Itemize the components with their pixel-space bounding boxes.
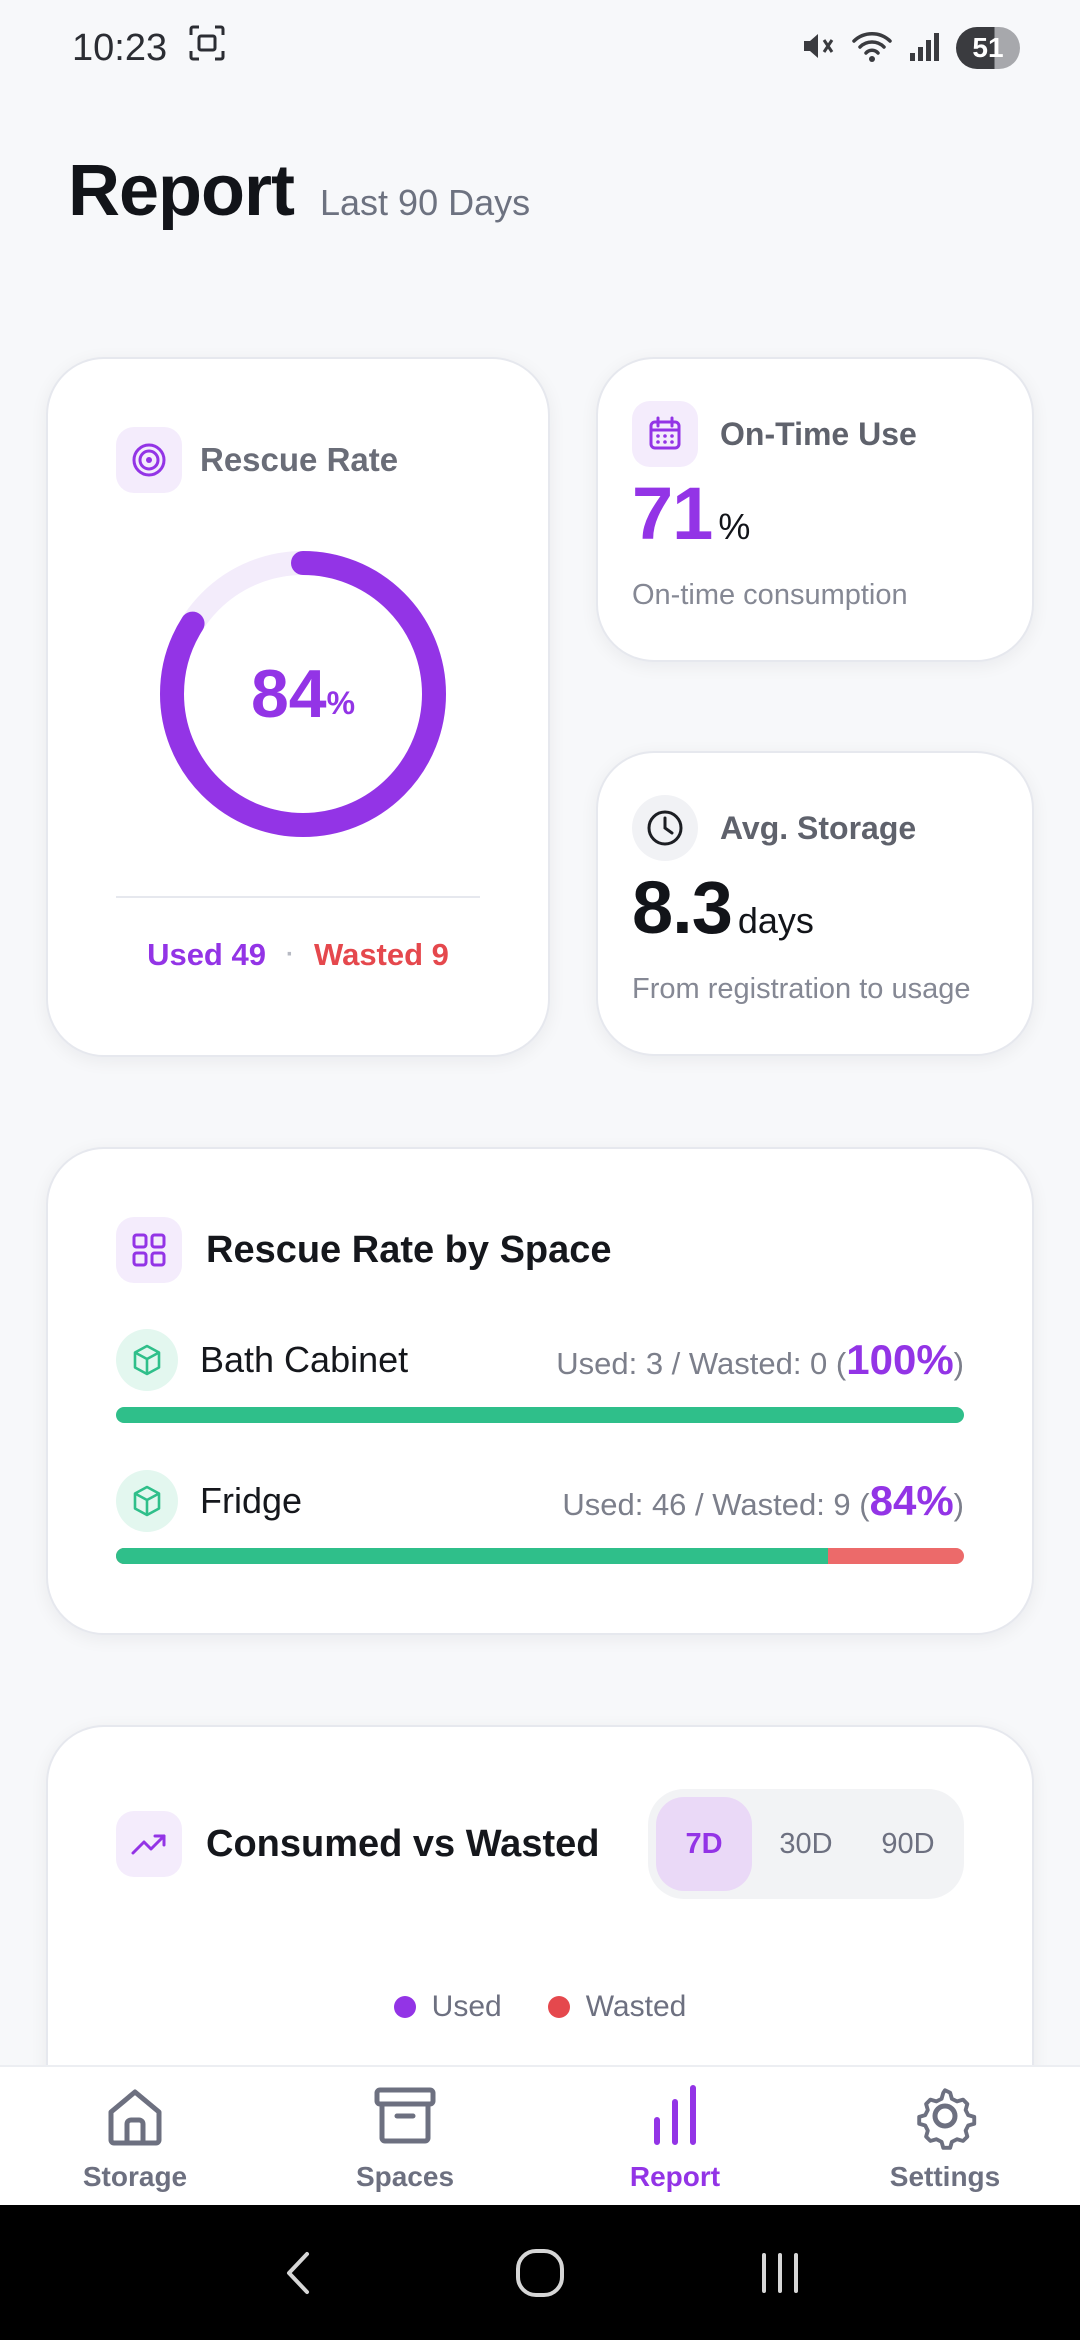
- legend-used-label: Used: [431, 1990, 502, 2023]
- legend-used-dot: [393, 1996, 416, 2018]
- rescue-rate-value-wrap: 84 %: [158, 549, 448, 839]
- legend-used: Used: [393, 1990, 502, 2024]
- chart-legend: Used Wasted: [48, 1990, 1032, 2024]
- nav-spaces[interactable]: Spaces: [270, 2067, 540, 2205]
- nav-report-label: Report: [629, 2160, 721, 2192]
- rescue-rate-value: 84: [250, 656, 327, 732]
- box-icon: [116, 1329, 178, 1391]
- wasted-count: Wasted 9: [313, 937, 449, 972]
- consumed-vs-wasted-header: Consumed vs Wasted 7D 30D 90D: [116, 1789, 964, 1899]
- avg-storage-caption: From registration to usage: [632, 973, 971, 1005]
- on-time-use-value: 71: [632, 472, 713, 555]
- space-progress-fill: [116, 1407, 964, 1423]
- status-left: 10:23: [72, 23, 227, 73]
- on-time-use-value-row: 71 %: [632, 471, 750, 556]
- range-7d-button[interactable]: 7D: [656, 1797, 752, 1891]
- nav-settings[interactable]: Settings: [810, 2067, 1080, 2205]
- avg-storage-title: Avg. Storage: [720, 809, 917, 846]
- space-stats: Used: 46 / Wasted: 9 ( 84% ): [562, 1477, 964, 1525]
- status-bar: 10:23 51: [0, 0, 1080, 96]
- trending-up-icon: [116, 1811, 182, 1877]
- used-count: Used 49: [147, 937, 266, 972]
- gear-icon: [909, 2080, 981, 2157]
- home-icon: [99, 2080, 171, 2157]
- space-row-fridge[interactable]: Fridge Used: 46 / Wasted: 9 ( 84% ): [116, 1470, 964, 1570]
- screenshot-icon: [187, 23, 227, 73]
- rescue-by-space-header: Rescue Rate by Space: [116, 1217, 612, 1283]
- nav-storage[interactable]: Storage: [0, 2067, 270, 2205]
- box-icon: [116, 1470, 178, 1532]
- clock-icon: [632, 795, 698, 861]
- battery-indicator: 51: [956, 27, 1020, 69]
- legend-wasted-label: Wasted: [585, 1990, 687, 2023]
- range-30d-button[interactable]: 30D: [758, 1797, 854, 1891]
- consumed-vs-wasted-title: Consumed vs Wasted: [206, 1822, 600, 1865]
- on-time-use-header: On-Time Use: [632, 401, 917, 467]
- recents-button[interactable]: [740, 2233, 820, 2313]
- mute-icon: [798, 27, 836, 70]
- rescue-by-space-title: Rescue Rate by Space: [206, 1228, 612, 1271]
- home-circle-icon: [516, 2248, 564, 2297]
- nav-spaces-label: Spaces: [355, 2160, 455, 2192]
- archive-icon: [369, 2080, 441, 2157]
- nav-report[interactable]: Report: [540, 2067, 810, 2205]
- space-name: Fridge: [200, 1480, 303, 1521]
- space-progress-fill: [116, 1548, 829, 1564]
- divider: [116, 896, 480, 898]
- avg-storage-card: Avg. Storage 8.3 days From registration …: [596, 751, 1034, 1056]
- target-icon: [116, 427, 182, 493]
- grid-icon: [116, 1217, 182, 1283]
- rescue-rate-title: Rescue Rate: [200, 441, 399, 478]
- page-header: Report Last 90 Days: [68, 150, 530, 232]
- page-title: Report: [68, 151, 295, 231]
- space-stats-close: ): [953, 1346, 964, 1381]
- legend-wasted: Wasted: [547, 1990, 687, 2024]
- system-nav-bar: [0, 2205, 1080, 2340]
- avg-storage-value: 8.3: [632, 866, 733, 949]
- summary-separator: ·: [285, 941, 294, 968]
- rescue-by-space-card: Rescue Rate by Space Bath Cabinet Used: …: [46, 1147, 1034, 1635]
- space-stats-close: ): [953, 1487, 964, 1522]
- page-subtitle: Last 90 Days: [320, 182, 531, 223]
- home-button[interactable]: [500, 2233, 580, 2313]
- range-90d-button[interactable]: 90D: [860, 1797, 956, 1891]
- on-time-use-unit: %: [718, 506, 751, 547]
- rescue-rate-summary: Used 49 · Wasted 9: [48, 937, 548, 973]
- range-selector: 7D 30D 90D: [648, 1789, 964, 1899]
- on-time-use-caption: On-time consumption: [632, 579, 908, 611]
- back-icon: [287, 2251, 309, 2294]
- space-rescue-pct: 100%: [846, 1336, 954, 1383]
- space-name: Bath Cabinet: [200, 1339, 409, 1380]
- nav-settings-label: Settings: [889, 2160, 1001, 2192]
- status-time: 10:23: [72, 26, 168, 69]
- space-progress-bar: [116, 1548, 964, 1564]
- space-stats: Used: 3 / Wasted: 0 ( 100% ): [556, 1336, 964, 1384]
- back-button[interactable]: [260, 2233, 340, 2313]
- signal-icon: [908, 27, 942, 70]
- space-row-bath-cabinet[interactable]: Bath Cabinet Used: 3 / Wasted: 0 ( 100% …: [116, 1329, 964, 1429]
- recents-icon: [762, 2252, 798, 2293]
- nav-storage-label: Storage: [82, 2160, 188, 2192]
- space-stats-text: Used: 3 / Wasted: 0 (: [556, 1346, 847, 1381]
- bar-chart-icon: [639, 2080, 711, 2157]
- wifi-icon: [850, 27, 894, 70]
- space-stats-text: Used: 46 / Wasted: 9 (: [562, 1487, 870, 1522]
- rescue-rate-header: Rescue Rate: [116, 427, 398, 493]
- avg-storage-header: Avg. Storage: [632, 795, 916, 861]
- legend-wasted-dot: [547, 1996, 570, 2018]
- space-rescue-pct: 84%: [869, 1477, 954, 1524]
- space-progress-bar: [116, 1407, 964, 1423]
- avg-storage-value-row: 8.3 days: [632, 865, 814, 950]
- rescue-rate-card: Rescue Rate 84 % Used 49 · Wasted 9: [46, 357, 550, 1057]
- rescue-rate-unit: %: [326, 684, 356, 721]
- calendar-icon: [632, 401, 698, 467]
- on-time-use-card: On-Time Use 71 % On-time consumption: [596, 357, 1034, 662]
- avg-storage-unit: days: [737, 900, 814, 941]
- on-time-use-title: On-Time Use: [720, 415, 917, 452]
- status-right: 51: [798, 27, 1020, 70]
- bottom-nav: Storage Spaces Report Settings: [0, 2065, 1080, 2205]
